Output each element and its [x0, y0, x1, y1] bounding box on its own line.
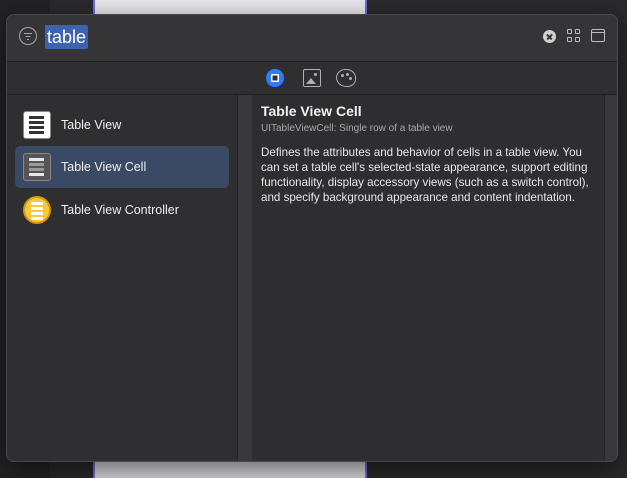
table-view-controller-icon: [23, 196, 51, 224]
detail-description: Defines the attributes and behavior of c…: [261, 146, 589, 204]
library-tabs: [7, 62, 617, 95]
detail-scrollbar[interactable]: [604, 95, 617, 461]
detail-subtitle: UITableViewCell: Single row of a table v…: [261, 123, 453, 134]
filter-icon[interactable]: [19, 27, 37, 45]
window-icon[interactable]: [591, 29, 605, 42]
object-list: Table View Table View Cell Table View Co…: [7, 95, 237, 461]
list-item-table-view-controller[interactable]: Table View Controller: [15, 189, 229, 231]
storyboard-scene-bottom: [93, 460, 367, 478]
table-view-icon: [23, 111, 51, 139]
list-item-table-view[interactable]: Table View: [15, 104, 229, 146]
list-item-table-view-cell[interactable]: Table View Cell: [15, 146, 229, 188]
objects-icon[interactable]: [266, 69, 284, 87]
detail-title: Table View Cell: [261, 103, 362, 119]
list-scrollbar[interactable]: [237, 95, 252, 461]
image-icon[interactable]: [303, 69, 321, 87]
storyboard-scene-top: [93, 0, 367, 14]
grid-view-icon[interactable]: [567, 29, 581, 43]
library-panel: table Table View Table View Cell Table V…: [6, 14, 618, 462]
library-header: table: [7, 15, 617, 62]
clear-search-icon[interactable]: [543, 30, 556, 43]
palette-icon[interactable]: [336, 69, 356, 87]
list-item-label: Table View Controller: [61, 203, 179, 217]
list-item-label: Table View: [61, 118, 122, 132]
search-input[interactable]: table: [45, 25, 89, 49]
list-item-label: Table View Cell: [61, 160, 147, 174]
table-view-cell-icon: [23, 153, 51, 181]
detail-pane: Table View Cell UITableViewCell: Single …: [252, 95, 604, 461]
